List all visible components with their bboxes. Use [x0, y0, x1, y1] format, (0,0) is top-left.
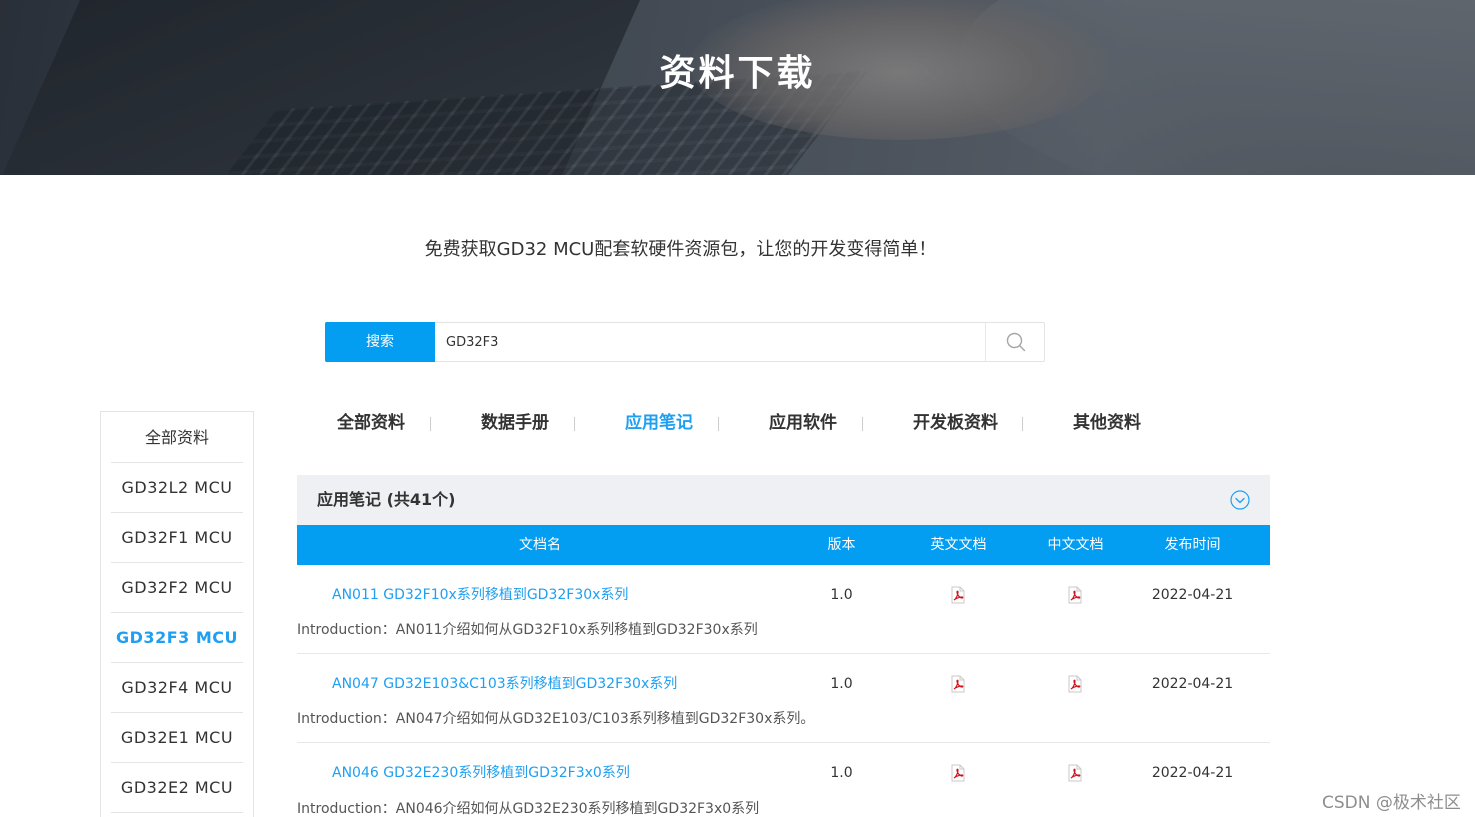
tab-divider [430, 417, 431, 431]
document-date: 2022-04-21 [1151, 765, 1234, 781]
search-input[interactable] [436, 323, 986, 361]
section-title: 应用笔记 (共41个) [317, 490, 456, 509]
tab-all[interactable]: 全部资料 [337, 405, 405, 441]
category-sidebar: 全部资料 GD32L2 MCU GD32F1 MCU GD32F2 MCU GD… [100, 411, 254, 817]
sidebar-item-gd32l2[interactable]: GD32L2 MCU [111, 463, 243, 513]
document-version: 1.0 [830, 587, 853, 603]
pdf-chinese-icon[interactable] [1066, 764, 1084, 782]
tab-divider [862, 417, 863, 431]
banner: 资料下载 [0, 0, 1475, 175]
page-title: 资料下载 [659, 53, 816, 94]
page-subtitle: 免费获取GD32 MCU配套软硬件资源包，让您的开发变得简单！ [424, 239, 937, 260]
tab-divider [574, 417, 575, 431]
tab-dev-board[interactable]: 开发板资料 [913, 405, 998, 441]
pdf-english-icon[interactable] [949, 764, 967, 782]
document-date: 2022-04-21 [1151, 587, 1234, 603]
sidebar-item-gd32f1[interactable]: GD32F1 MCU [111, 513, 243, 563]
sidebar-item-gd32f3[interactable]: GD32F3 MCU [111, 613, 243, 663]
category-tabs: 全部资料 数据手册 应用笔记 应用软件 开发板资料 其他资料 [297, 405, 1270, 441]
search-submit-button[interactable] [985, 323, 1044, 361]
document-link[interactable]: AN046 GD32E230系列移植到GD32F3x0系列 [332, 765, 630, 781]
sidebar-item-gd32e1[interactable]: GD32E1 MCU [111, 713, 243, 763]
document-introduction: Introduction：AN047介绍如何从GD32E103/C103系列移植… [297, 711, 815, 727]
document-introduction: Introduction：AN011介绍如何从GD32F10x系列移植到GD32… [297, 622, 758, 638]
document-introduction: Introduction：AN046介绍如何从GD32E230系列移植到GD32… [297, 801, 760, 817]
watermark: CSDN @极术社区 [1322, 793, 1461, 813]
table-header: 文档名 版本 英文文档 中文文档 发布时间 [297, 525, 1270, 565]
table-row: AN046 GD32E230系列移植到GD32F3x0系列 1.0 2022-0… [297, 743, 1270, 817]
sidebar-item-all[interactable]: 全部资料 [111, 412, 243, 463]
sidebar-item-gd32f4[interactable]: GD32F4 MCU [111, 663, 243, 713]
document-version: 1.0 [830, 765, 853, 781]
tab-divider [718, 417, 719, 431]
pdf-english-icon[interactable] [949, 586, 967, 604]
tab-divider [1022, 417, 1023, 431]
chevron-down-circle-icon[interactable] [1230, 490, 1250, 510]
column-header-english: 英文文档 [930, 537, 987, 553]
tab-app-software[interactable]: 应用软件 [769, 405, 837, 441]
pdf-chinese-icon[interactable] [1066, 675, 1084, 693]
column-header-name: 文档名 [519, 537, 561, 553]
document-date: 2022-04-21 [1151, 676, 1234, 692]
search-icon [1006, 332, 1026, 352]
search-button[interactable]: 搜索 [325, 322, 435, 362]
pdf-chinese-icon[interactable] [1066, 586, 1084, 604]
sidebar-item-gd32f2[interactable]: GD32F2 MCU [111, 563, 243, 613]
pdf-english-icon[interactable] [949, 675, 967, 693]
column-header-chinese: 中文文档 [1047, 537, 1104, 553]
tab-other[interactable]: 其他资料 [1073, 405, 1141, 441]
column-header-date: 发布时间 [1164, 537, 1221, 553]
search-bar: 搜索 [325, 322, 1045, 362]
tab-app-notes[interactable]: 应用笔记 [625, 405, 693, 441]
table-row: AN047 GD32E103&C103系列移植到GD32F30x系列 1.0 2… [297, 654, 1270, 743]
sidebar-item-gd32e2[interactable]: GD32E2 MCU [111, 763, 243, 813]
tab-datasheet[interactable]: 数据手册 [481, 405, 549, 441]
table-row: AN011 GD32F10x系列移植到GD32F30x系列 1.0 2022-0… [297, 565, 1270, 654]
document-link[interactable]: AN047 GD32E103&C103系列移植到GD32F30x系列 [332, 676, 677, 692]
section-header[interactable]: 应用笔记 (共41个) [297, 475, 1270, 525]
document-version: 1.0 [830, 676, 853, 692]
column-header-version: 版本 [827, 537, 856, 553]
document-link[interactable]: AN011 GD32F10x系列移植到GD32F30x系列 [332, 587, 628, 603]
